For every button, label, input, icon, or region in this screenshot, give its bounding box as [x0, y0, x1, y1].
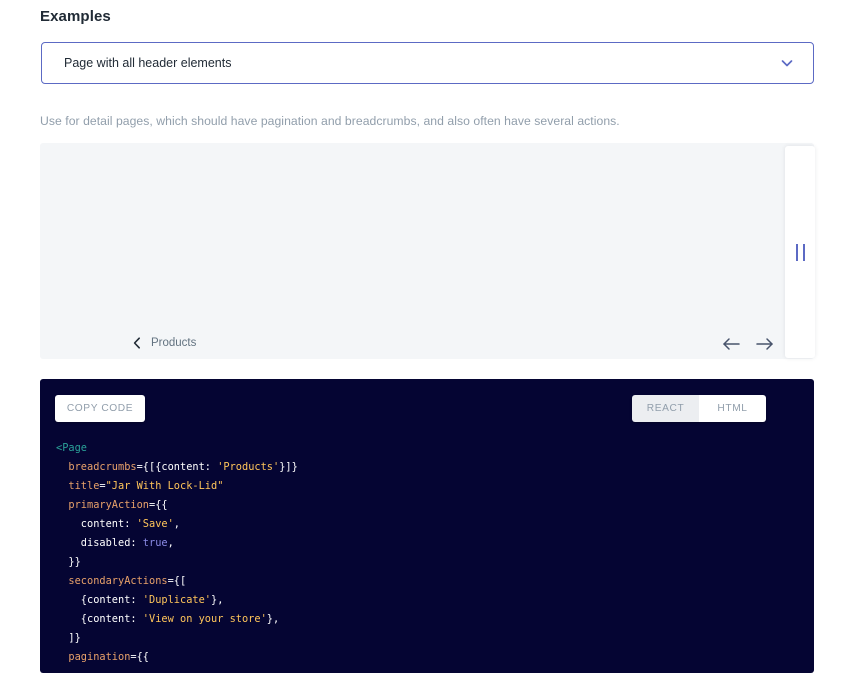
code-line: {content: 'View on your store'}, [56, 610, 798, 629]
code-token: ={{ [130, 651, 150, 663]
code-token: }, [266, 613, 280, 625]
code-token: , [173, 518, 180, 530]
arrow-right-icon[interactable] [755, 334, 775, 354]
arrow-left-icon[interactable] [721, 334, 741, 354]
example-select[interactable]: Page with all header elements [41, 42, 814, 84]
code-token: 'Duplicate' [142, 594, 211, 606]
code-token: }]} [279, 461, 298, 473]
code-panel: COPY CODE REACT HTML <Page breadcrumbs={… [40, 379, 814, 673]
page-title: Examples [40, 8, 111, 25]
code-line: <Page [56, 439, 798, 458]
pagination [721, 334, 775, 354]
code-token: }} [56, 556, 81, 568]
examples-page: Examples Page with all header elements U… [0, 0, 846, 673]
code-token: ={[ [167, 575, 187, 587]
code-token: }, [211, 594, 224, 606]
preview-resize-handle[interactable] [785, 146, 815, 358]
code-token: breadcrumbs [68, 461, 137, 473]
breadcrumb[interactable]: Products [131, 336, 196, 350]
code-line: pagination={{ [56, 648, 798, 667]
example-description: Use for detail pages, which should have … [40, 114, 620, 128]
code-line: ]} [56, 629, 798, 648]
code-token: 'Save' [136, 518, 174, 530]
code-line: primaryAction={{ [56, 496, 798, 515]
code-line: content: 'Save', [56, 515, 798, 534]
code-token: <Page [56, 442, 87, 454]
code-token: primaryAction [68, 499, 149, 511]
preview-frame: Products Jar With Lock-Lid Duplicate Vie… [40, 143, 785, 359]
code-token: title [68, 480, 100, 492]
code-token: ={{ [149, 499, 168, 511]
code-line: secondaryActions={[ [56, 572, 798, 591]
code-token: 'View on your store' [142, 613, 267, 625]
code-block[interactable]: <Page breadcrumbs={[{content: 'Products'… [40, 439, 814, 673]
tab-html[interactable]: HTML [699, 395, 766, 422]
code-line: disabled: true, [56, 534, 798, 553]
code-token: "Jar With Lock-Lid" [105, 480, 224, 492]
code-token: {content: [56, 594, 143, 606]
code-language-tabs: REACT HTML [632, 395, 766, 422]
example-preview: Products Jar With Lock-Lid Duplicate Vie… [40, 143, 814, 359]
breadcrumb-label: Products [151, 337, 197, 349]
code-token: 'Products' [217, 461, 280, 473]
code-line: title="Jar With Lock-Lid" [56, 477, 798, 496]
chevron-down-icon[interactable] [777, 53, 797, 73]
code-token: secondaryActions [68, 575, 168, 587]
drag-grip-icon [795, 243, 805, 261]
code-line: {content: 'Duplicate'}, [56, 591, 798, 610]
code-token: content: [56, 518, 137, 530]
code-line: breadcrumbs={[{content: 'Products'}]} [56, 458, 798, 477]
code-line: }} [56, 553, 798, 572]
code-token: true [142, 537, 168, 549]
code-token: disabled: [56, 537, 143, 549]
code-token: , [167, 537, 174, 549]
code-token: {content: [56, 613, 143, 625]
copy-code-button[interactable]: COPY CODE [55, 395, 145, 422]
code-token: ]} [56, 632, 81, 644]
code-token: pagination [68, 651, 131, 663]
tab-react[interactable]: REACT [632, 395, 699, 422]
example-select-value: Page with all header elements [64, 56, 232, 70]
chevron-left-icon [131, 336, 143, 350]
code-token: ={[{content: [136, 461, 218, 473]
